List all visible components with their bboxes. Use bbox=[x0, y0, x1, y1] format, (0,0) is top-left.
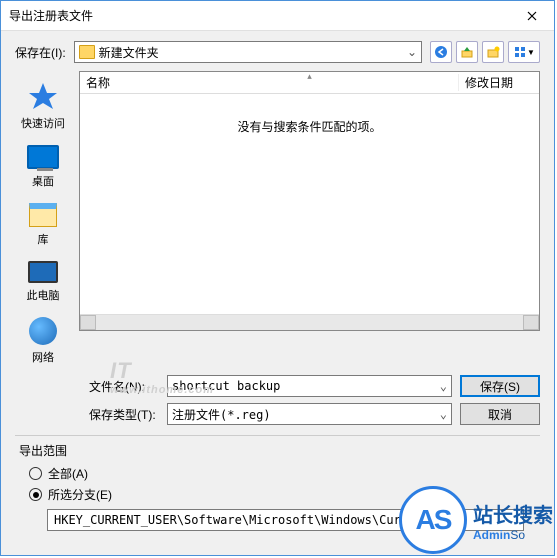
export-scope-title: 导出范围 bbox=[19, 442, 536, 459]
radio-icon bbox=[29, 488, 42, 501]
file-list[interactable]: ▴ 名称 修改日期 没有与搜索条件匹配的项。 bbox=[79, 71, 540, 331]
window-title: 导出注册表文件 bbox=[1, 7, 509, 24]
column-date[interactable]: 修改日期 bbox=[459, 74, 539, 91]
cancel-button[interactable]: 取消 bbox=[460, 403, 540, 425]
save-in-row: 保存在(I): 新建文件夹 ⌄ ▼ bbox=[15, 41, 540, 63]
filename-row: 文件名(N): shortcut backup ⌄ 保存(S) bbox=[15, 375, 540, 397]
export-scope-group: 导出范围 全部(A) 所选分支(E) HKEY_CURRENT_USER\Sof… bbox=[15, 442, 540, 531]
nav-toolbar: ▼ bbox=[430, 41, 540, 63]
sidebar-item-quick[interactable]: 快速访问 bbox=[21, 79, 65, 131]
desktop-icon bbox=[27, 145, 59, 169]
network-icon bbox=[29, 317, 57, 345]
filetype-row: 保存类型(T): 注册文件(*.reg) ⌄ 取消 bbox=[15, 403, 540, 425]
empty-message: 没有与搜索条件匹配的项。 bbox=[80, 94, 539, 135]
horizontal-scrollbar[interactable] bbox=[80, 314, 539, 330]
sidebar-item-desktop[interactable]: 桌面 bbox=[27, 145, 59, 189]
radio-icon bbox=[29, 467, 42, 480]
chevron-down-icon: ⌄ bbox=[407, 45, 417, 59]
back-icon[interactable] bbox=[430, 41, 452, 63]
sort-indicator-icon: ▴ bbox=[307, 71, 312, 82]
radio-all-label: 全部(A) bbox=[48, 465, 88, 482]
save-in-label: 保存在(I): bbox=[15, 44, 66, 61]
chevron-down-icon[interactable]: ⌄ bbox=[440, 407, 447, 421]
quick-access-icon bbox=[27, 79, 59, 111]
libraries-icon bbox=[29, 203, 57, 227]
filetype-select[interactable]: 注册文件(*.reg) ⌄ bbox=[167, 403, 452, 425]
radio-selected-label: 所选分支(E) bbox=[48, 486, 112, 503]
titlebar: 导出注册表文件 bbox=[1, 1, 554, 31]
sidebar-item-network[interactable]: 网络 bbox=[29, 317, 57, 365]
thispc-icon bbox=[28, 261, 58, 283]
filetype-label: 保存类型(T): bbox=[89, 406, 159, 423]
chevron-down-icon[interactable]: ⌄ bbox=[440, 379, 447, 393]
scroll-right-button[interactable] bbox=[523, 315, 539, 330]
scroll-track[interactable] bbox=[96, 315, 523, 330]
up-level-icon[interactable] bbox=[456, 41, 478, 63]
radio-all[interactable]: 全部(A) bbox=[29, 465, 536, 482]
divider bbox=[15, 435, 540, 436]
scroll-left-button[interactable] bbox=[80, 315, 96, 330]
branch-path-input[interactable]: HKEY_CURRENT_USER\Software\Microsoft\Win… bbox=[47, 509, 524, 531]
file-list-header: ▴ 名称 修改日期 bbox=[80, 72, 539, 94]
sidebar-item-libraries[interactable]: 库 bbox=[29, 203, 57, 247]
close-button[interactable] bbox=[509, 1, 554, 31]
save-button[interactable]: 保存(S) bbox=[460, 375, 540, 397]
save-in-folder-name: 新建文件夹 bbox=[99, 44, 407, 61]
filename-label: 文件名(N): bbox=[89, 378, 159, 395]
sidebar-item-thispc[interactable]: 此电脑 bbox=[27, 261, 60, 303]
folder-icon bbox=[79, 45, 95, 59]
places-sidebar: 快速访问 桌面 库 此电脑 网络 bbox=[15, 71, 71, 365]
radio-selected-branch[interactable]: 所选分支(E) bbox=[29, 486, 536, 503]
filename-input[interactable]: shortcut backup ⌄ bbox=[167, 375, 452, 397]
view-menu-icon[interactable]: ▼ bbox=[508, 41, 540, 63]
new-folder-icon[interactable] bbox=[482, 41, 504, 63]
column-name[interactable]: 名称 bbox=[80, 74, 459, 91]
save-in-select[interactable]: 新建文件夹 ⌄ bbox=[74, 41, 422, 63]
